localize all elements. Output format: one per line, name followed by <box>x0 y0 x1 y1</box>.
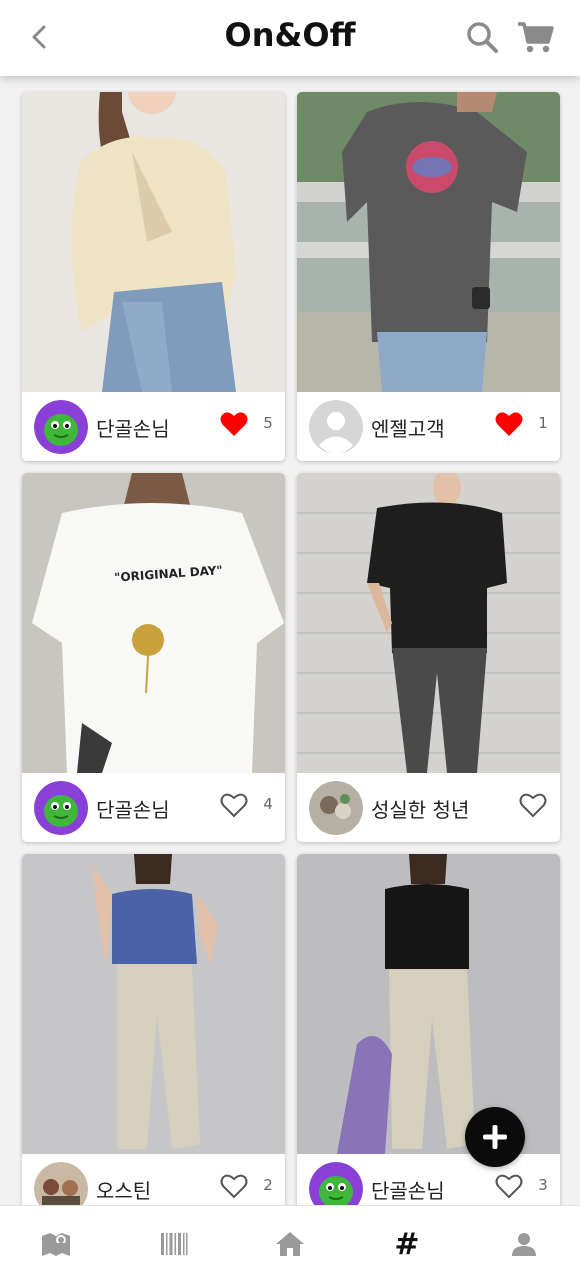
post-meta: 단골손님 4 <box>22 773 285 842</box>
post-card[interactable]: 엔젤고객 1 <box>297 92 560 461</box>
heart-outline-icon[interactable] <box>519 792 547 818</box>
heart-filled-icon[interactable] <box>220 411 248 437</box>
post-meta: 성실한 청년 <box>297 773 560 842</box>
bottom-navigation: # <box>0 1205 580 1280</box>
avatar[interactable] <box>309 781 363 835</box>
cart-button[interactable] <box>516 18 554 56</box>
post-photo[interactable]: "ORIGINAL DAY" <box>22 473 285 773</box>
heart-outline-icon[interactable] <box>220 1173 248 1199</box>
like-count: 4 <box>263 795 273 813</box>
nav-home[interactable] <box>270 1226 310 1262</box>
post-card[interactable]: 단골손님 3 <box>297 854 560 1223</box>
post-photo[interactable] <box>22 92 285 392</box>
post-username[interactable]: 단골손님 <box>371 1175 445 1204</box>
post-username[interactable]: 성실한 청년 <box>371 794 469 823</box>
barcode-icon <box>161 1233 188 1255</box>
post-photo[interactable] <box>297 854 560 1154</box>
post-username[interactable]: 엔젤고객 <box>371 413 445 442</box>
post-username[interactable]: 단골손님 <box>96 794 170 823</box>
home-icon <box>276 1232 304 1256</box>
user-icon <box>512 1233 536 1256</box>
post-card[interactable]: 성실한 청년 <box>297 473 560 842</box>
heart-outline-icon[interactable] <box>220 792 248 818</box>
default-person-avatar-icon <box>309 400 363 454</box>
like-count: 3 <box>538 1176 548 1194</box>
post-username[interactable]: 오스틴 <box>96 1175 151 1204</box>
green-character-avatar-icon <box>34 400 88 454</box>
post-meta: 엔젤고객 1 <box>297 392 560 461</box>
nav-map[interactable] <box>36 1226 76 1262</box>
photo-avatar-icon <box>309 781 363 835</box>
like-count: 2 <box>263 1176 273 1194</box>
search-icon <box>467 22 498 53</box>
nav-barcode[interactable] <box>154 1226 194 1262</box>
green-character-avatar-icon <box>34 781 88 835</box>
post-photo[interactable] <box>22 854 285 1154</box>
post-card[interactable]: "ORIGINAL DAY" 단골손님 4 <box>22 473 285 842</box>
heart-outline-icon[interactable] <box>495 1173 523 1199</box>
add-post-button[interactable] <box>465 1107 525 1167</box>
top-app-bar: On&Off <box>0 0 580 76</box>
plus-icon <box>483 1125 507 1149</box>
like-count: 1 <box>538 414 548 432</box>
cart-icon <box>518 22 554 53</box>
post-photo[interactable] <box>297 92 560 392</box>
map-icon <box>42 1233 70 1256</box>
avatar[interactable] <box>309 400 363 454</box>
avatar[interactable] <box>34 781 88 835</box>
nav-hashtag[interactable]: # <box>387 1226 427 1262</box>
like-count: 5 <box>263 414 273 432</box>
post-photo[interactable] <box>297 473 560 773</box>
post-card[interactable]: 단골손님 5 <box>22 92 285 461</box>
avatar[interactable] <box>34 400 88 454</box>
post-username[interactable]: 단골손님 <box>96 413 170 442</box>
nav-profile[interactable] <box>504 1226 544 1262</box>
hashtag-icon: # <box>394 1226 420 1262</box>
heart-filled-icon[interactable] <box>495 411 523 437</box>
post-meta: 단골손님 5 <box>22 392 285 461</box>
post-card[interactable]: 오스틴 2 <box>22 854 285 1223</box>
search-button[interactable] <box>463 18 501 56</box>
